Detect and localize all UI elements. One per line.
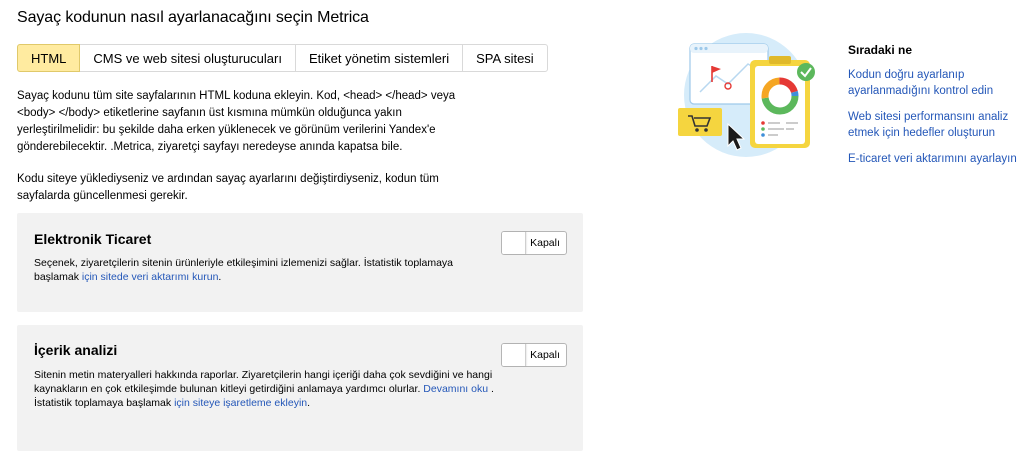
- markup-setup-link[interactable]: için siteye işaretleme ekleyin: [174, 397, 307, 409]
- content-analysis-text-end: .: [307, 397, 311, 409]
- content-analysis-toggle[interactable]: Kapalı: [501, 343, 567, 367]
- tab-tag-managers[interactable]: Etiket yönetim sistemleri: [294, 44, 464, 72]
- ecommerce-description: Seçenek, ziyaretçilerin sitenin ürünleri…: [34, 256, 494, 284]
- next-steps-title: Sıradaki ne: [848, 43, 913, 57]
- content-analysis-toggle-label: Kapalı: [530, 349, 560, 361]
- toggle-knob: [502, 232, 526, 254]
- next-steps-list: Kodun doğru ayarlanıp ayarlanmadığını ko…: [848, 67, 1018, 177]
- ecommerce-setup-link[interactable]: için sitede veri aktarımı kurun: [82, 271, 219, 283]
- ecommerce-toggle[interactable]: Kapalı: [501, 231, 567, 255]
- update-note: Kodu siteye yüklediyseniz ve ardından sa…: [17, 173, 439, 202]
- tab-cms[interactable]: CMS ve web sitesi oluşturucuları: [79, 44, 296, 72]
- create-goals-link[interactable]: Web sitesi performansını analiz etmek iç…: [848, 109, 1018, 141]
- checkmark-badge-icon: [797, 63, 815, 81]
- ecommerce-setup-next-link[interactable]: E-ticaret veri aktarımını ayarlayın: [848, 151, 1018, 167]
- content-analysis-title: İçerik analizi: [34, 342, 118, 358]
- tab-spa[interactable]: SPA sitesi: [462, 44, 548, 72]
- ecommerce-card: Elektronik Ticaret Seçenek, ziyaretçiler…: [17, 213, 583, 312]
- tab-html[interactable]: HTML: [17, 44, 81, 72]
- content-analysis-description: Sitenin metin materyalleri hakkında rapo…: [34, 368, 494, 410]
- page-title: Sayaç kodunun nasıl ayarlanacağını seçin…: [17, 9, 369, 26]
- setup-illustration-icon: [678, 33, 815, 157]
- setup-method-tabs: HTML CMS ve web sitesi oluşturucuları Et…: [17, 44, 548, 72]
- install-description: Sayaç kodunu tüm site sayfalarının HTML …: [17, 90, 456, 153]
- shopping-cart-icon: [678, 108, 722, 136]
- ecommerce-text-end: .: [218, 271, 222, 283]
- ecommerce-title: Elektronik Ticaret: [34, 231, 152, 247]
- toggle-knob: [502, 344, 526, 366]
- ecommerce-toggle-label: Kapalı: [530, 237, 560, 249]
- read-more-link[interactable]: Devamını oku: [423, 383, 488, 395]
- check-setup-link[interactable]: Kodun doğru ayarlanıp ayarlanmadığını ko…: [848, 67, 1018, 99]
- content-analysis-card: İçerik analizi Sitenin metin materyaller…: [17, 325, 583, 451]
